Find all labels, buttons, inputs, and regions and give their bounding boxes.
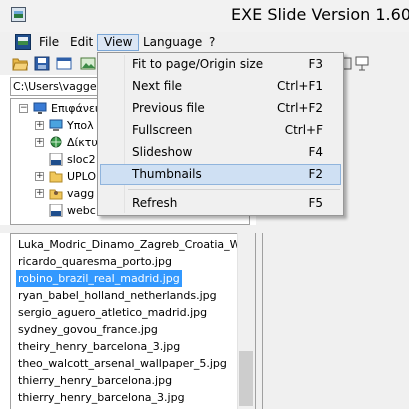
menu-item-shortcut: F4 xyxy=(308,145,323,159)
expand-icon[interactable]: + xyxy=(35,172,44,181)
menu-item-label: Thumbnails xyxy=(132,167,202,181)
tree-item-label: vagg xyxy=(67,187,95,200)
user-folder-icon xyxy=(49,189,63,200)
tree-item-label: webc xyxy=(67,204,96,217)
zip-icon xyxy=(49,153,63,166)
tree-item-label: sloc2 xyxy=(67,153,96,166)
file-list-item[interactable]: ryan_babel_holland_netherlands.jpg xyxy=(18,287,217,304)
splitter[interactable] xyxy=(0,225,256,233)
menu-item-fit-to-page[interactable]: Fit to page/Origin size F3 xyxy=(100,54,341,75)
menu-item-label: Next file xyxy=(132,79,183,93)
expand-icon[interactable]: + xyxy=(35,189,44,198)
computer-icon xyxy=(49,119,63,131)
menu-item-refresh[interactable]: Refresh F5 xyxy=(100,193,341,214)
menu-item-shortcut: Ctrl+F xyxy=(284,123,323,137)
file-list-item[interactable]: thierry_henry_barcelona_3.jpg xyxy=(18,389,185,406)
menu-item-shortcut: Ctrl+F2 xyxy=(277,101,323,115)
tree-item-label: Δίκτυ xyxy=(67,136,98,149)
file-list-item[interactable]: ricardo_quaresma_porto.jpg xyxy=(18,253,172,270)
menu-item-fullscreen[interactable]: Fullscreen Ctrl+F xyxy=(100,120,341,141)
window-title: EXE Slide Version 1.60 xyxy=(231,5,409,24)
panel-divider xyxy=(262,233,263,409)
menu-item-shortcut: F5 xyxy=(308,196,323,210)
image-icon[interactable] xyxy=(80,56,96,71)
file-list-item[interactable]: sergio_aguero_atletico_madrid.jpg xyxy=(18,304,207,321)
window-icon[interactable] xyxy=(56,56,72,71)
menu-language[interactable]: Language xyxy=(137,34,208,51)
tree-item-label: Υπολ xyxy=(67,119,94,132)
expand-icon[interactable]: + xyxy=(35,138,44,147)
file-list-item[interactable]: theo_walcott_arsenal_wallpaper_5.jpg xyxy=(18,355,227,372)
menu-item-shortcut: F3 xyxy=(308,57,323,71)
zip-icon xyxy=(49,204,63,217)
save-icon[interactable] xyxy=(34,56,50,71)
menu-item-label: Slideshow xyxy=(132,145,193,159)
menu-item-label: Previous file xyxy=(132,101,205,115)
scrollbar-thumb[interactable] xyxy=(239,351,253,406)
file-list-item[interactable]: sydney_govou_france.jpg xyxy=(18,321,158,338)
app-system-icon[interactable] xyxy=(15,34,31,50)
folder-icon xyxy=(49,171,63,183)
collapse-icon[interactable]: − xyxy=(19,104,28,113)
menu-item-slideshow[interactable]: Slideshow F4 xyxy=(100,142,341,163)
menu-item-next-file[interactable]: Next file Ctrl+F1 xyxy=(100,76,341,97)
file-list-item-selected[interactable]: robino_brazil_real_madrid.jpg xyxy=(16,270,182,287)
menu-item-previous-file[interactable]: Previous file Ctrl+F2 xyxy=(100,98,341,119)
menu-item-label: Fullscreen xyxy=(132,123,193,137)
menu-item-shortcut: Ctrl+F1 xyxy=(277,79,323,93)
desktop-icon xyxy=(33,102,47,114)
menu-file[interactable]: File xyxy=(33,34,65,51)
menu-edit[interactable]: Edit xyxy=(64,34,99,51)
network-icon xyxy=(50,136,62,148)
view-menu-dropdown: Fit to page/Origin size F3 Next file Ctr… xyxy=(97,52,344,216)
menu-item-thumbnails[interactable]: Thumbnails F2 xyxy=(100,164,341,185)
expand-icon[interactable]: + xyxy=(35,121,44,130)
menu-item-label: Refresh xyxy=(132,196,178,210)
open-folder-icon[interactable] xyxy=(12,56,28,71)
file-list-item[interactable]: thierry_henry_barcelona.jpg xyxy=(18,372,172,389)
menu-item-shortcut: F2 xyxy=(308,167,323,181)
preview-panel xyxy=(256,233,409,409)
file-list-item[interactable]: theiry_henry_barcelona_3.jpg xyxy=(18,338,180,355)
menu-item-label: Fit to page/Origin size xyxy=(132,57,264,71)
file-list[interactable]: Luka_Modric_Dinamo_Zagreb_Croatia_Wal...… xyxy=(10,233,256,409)
menu-view[interactable]: View xyxy=(97,34,140,51)
presentation-icon[interactable] xyxy=(354,56,370,71)
file-list-item[interactable]: Luka_Modric_Dinamo_Zagreb_Croatia_Wal... xyxy=(18,236,255,253)
menu-help[interactable]: ? xyxy=(203,34,221,51)
app-icon[interactable] xyxy=(11,7,26,22)
tree-item-label: UPLO xyxy=(67,170,97,183)
menu-separator xyxy=(128,189,340,190)
